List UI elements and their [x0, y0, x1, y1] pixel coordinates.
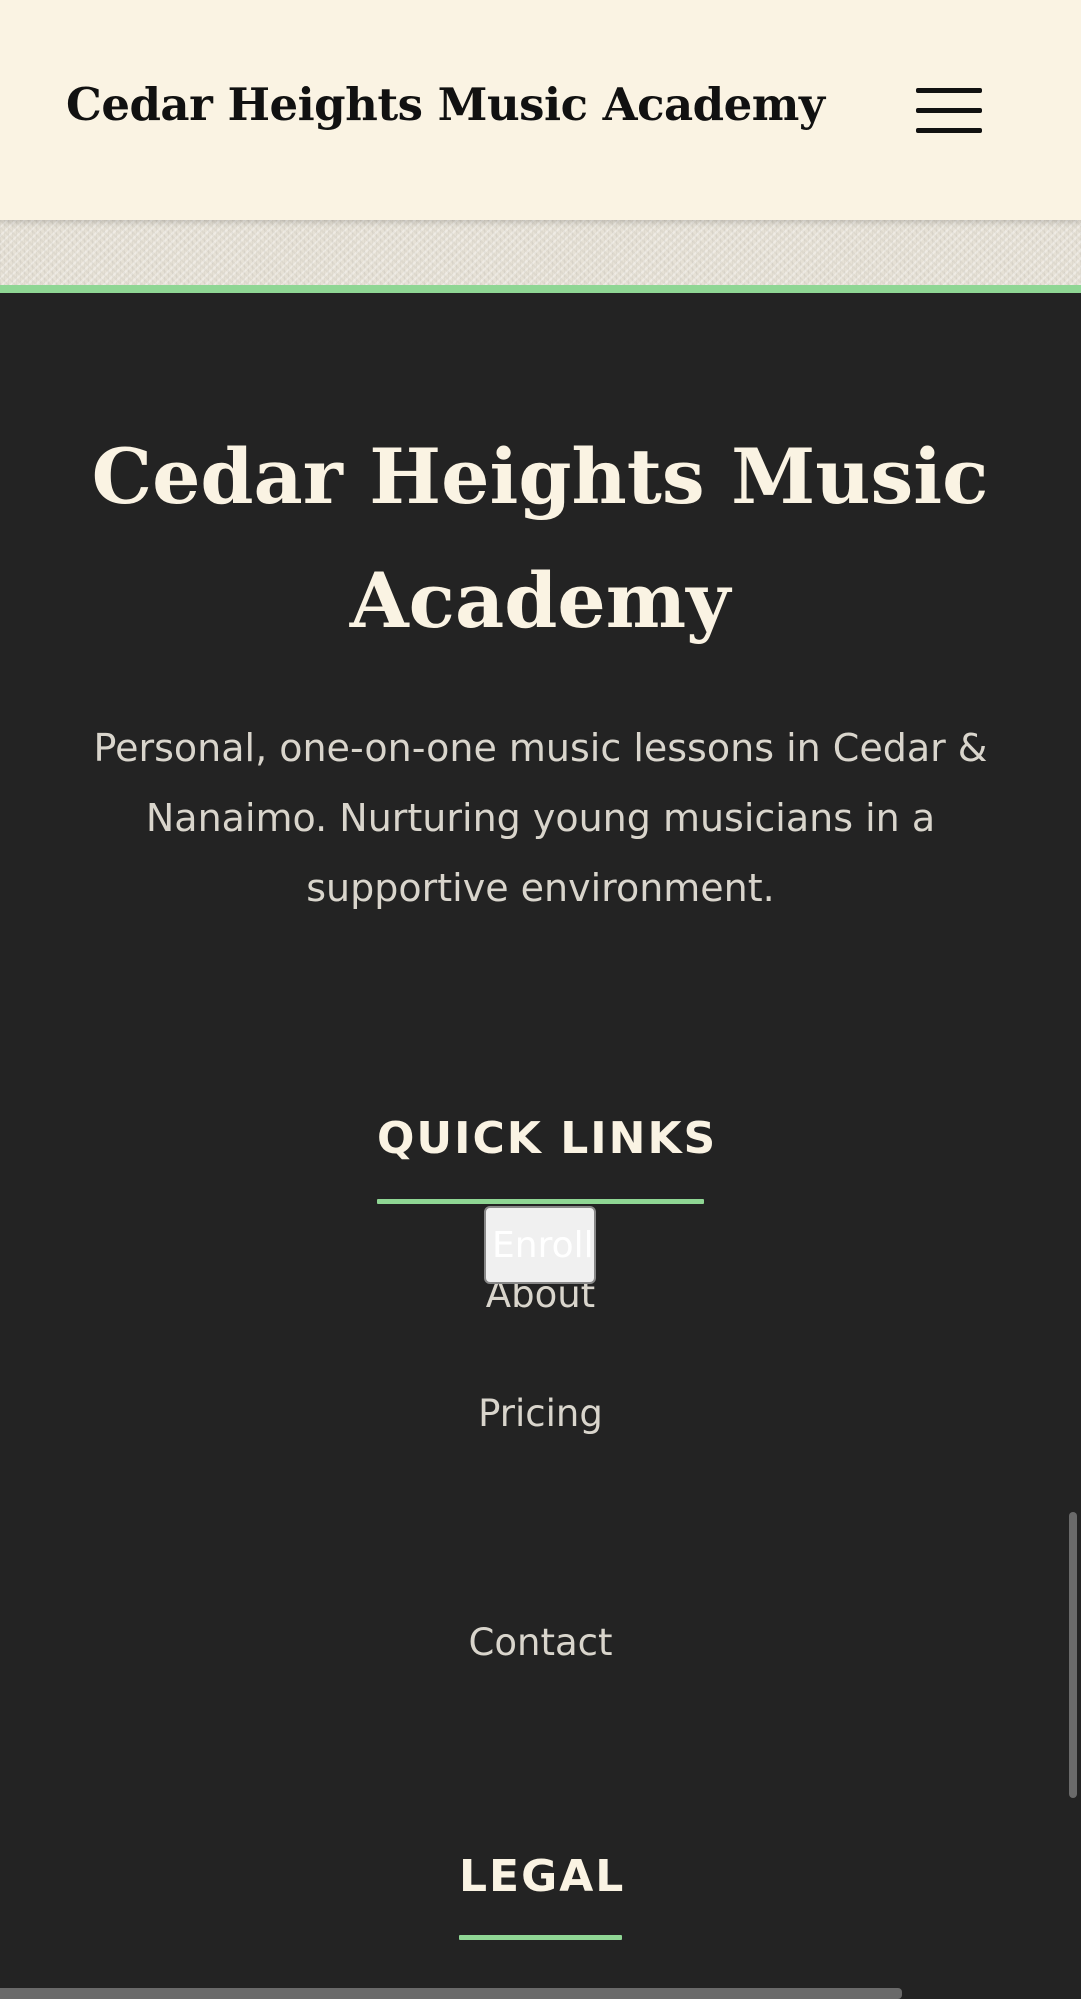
legal-underline: [459, 1935, 622, 1940]
enroll-button[interactable]: Enroll: [484, 1206, 596, 1284]
vertical-scrollbar-thumb[interactable]: [1069, 1512, 1077, 1798]
quick-link-contact[interactable]: Contact: [0, 1621, 1081, 1664]
quick-link-pricing[interactable]: Pricing: [0, 1392, 1081, 1435]
quick-links-heading: QUICK LINKS: [377, 1113, 718, 1164]
site-footer: Cedar Heights Music Academy Personal, on…: [0, 285, 1081, 1999]
quick-links-underline: [377, 1199, 704, 1204]
menu-bar-bottom: [916, 128, 982, 133]
horizontal-scrollbar-thumb[interactable]: [0, 1988, 902, 1999]
textured-background-strip: [0, 220, 1081, 285]
menu-bar-top: [916, 88, 982, 93]
legal-heading: LEGAL: [459, 1851, 626, 1902]
footer-title: Cedar Heights Music Academy: [91, 432, 989, 645]
hamburger-menu-icon[interactable]: [904, 78, 994, 142]
footer-tagline: Personal, one-on-one music lessons in Ce…: [93, 726, 988, 910]
site-brand-link[interactable]: Cedar Heights Music Academy: [66, 78, 825, 131]
menu-bar-middle: [916, 108, 982, 113]
site-header: Cedar Heights Music Academy: [0, 0, 1081, 220]
